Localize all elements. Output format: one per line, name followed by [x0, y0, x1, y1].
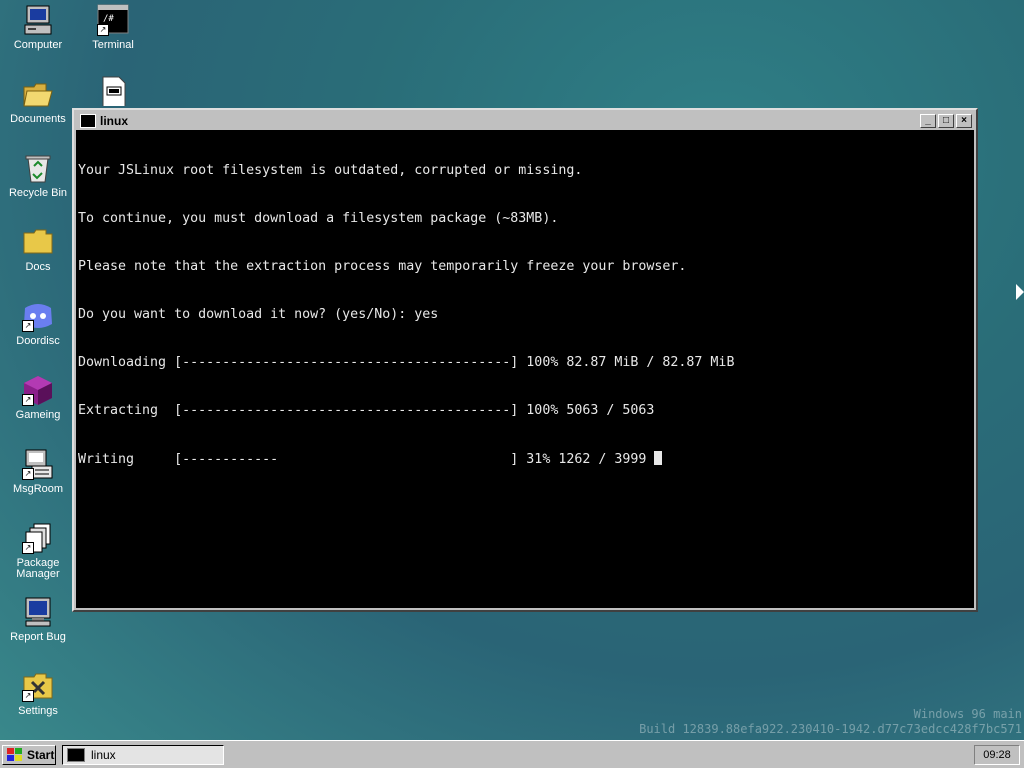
desktop-icon-label: Report Bug	[10, 631, 66, 643]
terminal-line: To continue, you must download a filesys…	[78, 211, 559, 226]
desktop-icon-label: Settings	[18, 705, 58, 717]
messaging-icon: ↗	[22, 448, 54, 480]
terminal-output[interactable]: Your JSLinux root filesystem is outdated…	[76, 130, 974, 608]
linux-window[interactable]: linux _ □ × Your JSLinux root filesystem…	[72, 108, 978, 612]
shortcut-arrow-icon: ↗	[22, 394, 34, 406]
folder-open-icon	[22, 78, 54, 110]
minimize-button[interactable]: _	[920, 114, 936, 128]
desktop-icon-doordisc[interactable]: ↗ Doordisc	[2, 300, 74, 347]
desktop-icon-gameing[interactable]: ↗ Gameing	[2, 374, 74, 421]
monitor-icon	[22, 596, 54, 628]
settings-icon: ↗	[22, 670, 54, 702]
window-titlebar[interactable]: linux _ □ ×	[76, 112, 974, 130]
computer-icon	[22, 4, 54, 36]
shortcut-arrow-icon: ↗	[22, 542, 34, 554]
terminal-line: Please note that the extraction process …	[78, 259, 687, 274]
build-watermark: Windows 96 main Build 12839.88efa922.2304…	[639, 707, 1022, 737]
chat-app-icon: ↗	[22, 300, 54, 332]
desktop-icon-label: Terminal	[92, 39, 134, 51]
shortcut-arrow-icon: ↗	[22, 468, 34, 480]
desktop-icon-label: Documents	[10, 113, 66, 125]
terminal-line: Extracting [----------------------------…	[78, 403, 655, 418]
desktop-icon-label: MsgRoom	[12, 483, 64, 495]
recycle-bin-icon	[22, 152, 54, 184]
desktop-icon-msgroom[interactable]: ↗ MsgRoom	[2, 448, 74, 495]
start-button[interactable]: Start	[2, 745, 56, 765]
shortcut-arrow-icon: ↗	[22, 320, 34, 332]
terminal-icon	[80, 114, 96, 128]
terminal-line: Your JSLinux root filesystem is outdated…	[78, 163, 583, 178]
terminal-line: Downloading [---------------------------…	[78, 355, 735, 370]
close-button[interactable]: ×	[956, 114, 972, 128]
desktop-icon-label: Package Manager	[16, 557, 60, 580]
desktop-icon-settings[interactable]: ↗ Settings	[2, 670, 74, 717]
desktop-icon-computer[interactable]: Computer	[2, 4, 74, 51]
mouse-cursor-icon	[1016, 284, 1024, 300]
taskbar-clock[interactable]: 09:28	[974, 745, 1020, 765]
desktop-icon-label: Gameing	[15, 409, 61, 421]
desktop-icon-docs[interactable]: Docs	[2, 226, 74, 273]
watermark-line-2: Build 12839.88efa922.230410-1942.d77c73e…	[639, 722, 1022, 736]
desktop-icon-documents[interactable]: Documents	[2, 78, 74, 125]
terminal-line: Do you want to download it now? (yes/No)…	[78, 307, 439, 322]
svg-text:/#: /#	[103, 14, 114, 24]
window-title: linux	[100, 114, 129, 128]
package-icon: ↗	[22, 522, 54, 554]
taskbar: Start linux 09:28	[0, 740, 1024, 768]
windows-logo-icon	[7, 748, 22, 761]
desktop-icon-recycle-bin[interactable]: Recycle Bin	[2, 152, 74, 199]
desktop-icon-label: Computer	[13, 39, 63, 51]
folder-icon	[22, 226, 54, 258]
desktop-icon-label: Doordisc	[16, 335, 60, 347]
start-label: Start	[27, 748, 55, 762]
shortcut-arrow-icon: ↗	[97, 24, 109, 36]
desktop-icon-terminal[interactable]: /# ↗ Terminal	[77, 4, 149, 51]
terminal-icon	[67, 748, 85, 762]
text-file-icon	[97, 76, 129, 106]
text-cursor	[654, 451, 663, 465]
watermark-line-1: Windows 96 main	[913, 707, 1022, 721]
shortcut-arrow-icon: ↗	[22, 690, 34, 702]
taskbar-item-label: linux	[91, 748, 116, 762]
desktop-icon-text-file[interactable]	[77, 76, 149, 106]
terminal-line: Writing [------------ ] 31% 1262 / 3999	[78, 452, 655, 467]
terminal-icon: /# ↗	[97, 4, 129, 36]
desktop-icon-package-manager[interactable]: ↗ Package Manager	[2, 522, 74, 580]
taskbar-item-linux[interactable]: linux	[62, 745, 224, 765]
maximize-button[interactable]: □	[938, 114, 954, 128]
desktop-icon-report-bug[interactable]: Report Bug	[2, 596, 74, 643]
cube-icon: ↗	[22, 374, 54, 406]
terminal-line-progress: Writing [------------ ] 31% 1262 / 3999	[78, 451, 972, 467]
desktop-icon-label: Recycle Bin	[8, 187, 68, 199]
desktop-icon-label: Docs	[25, 261, 51, 273]
